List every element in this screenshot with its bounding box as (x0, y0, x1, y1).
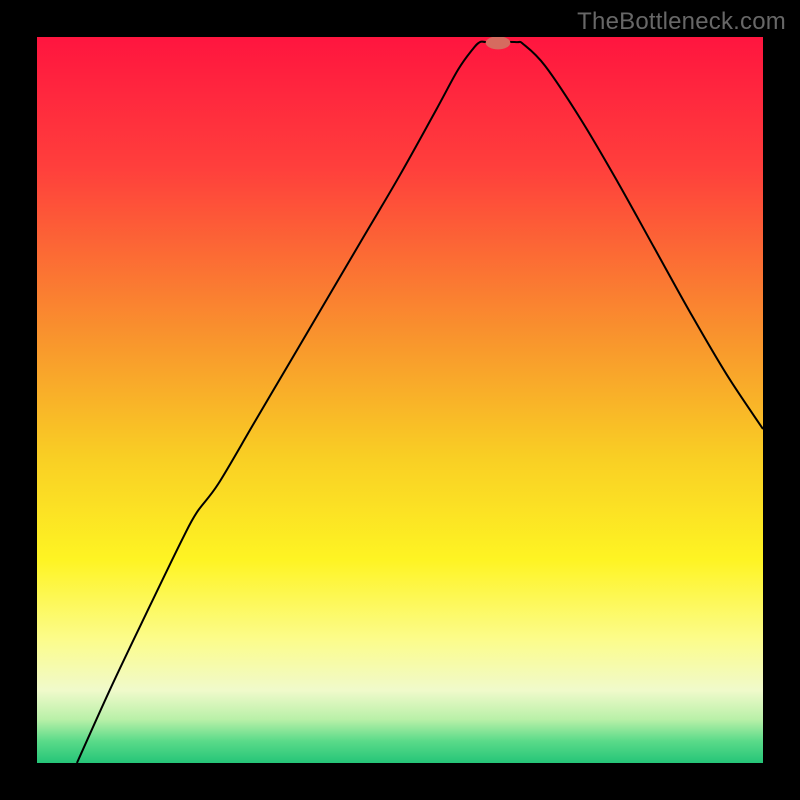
watermark-text: TheBottleneck.com (577, 8, 786, 36)
outer-frame: TheBottleneck.com (0, 0, 800, 800)
chart-plot-area (37, 37, 763, 763)
gradient-background (37, 37, 763, 763)
chart-svg (37, 37, 763, 763)
